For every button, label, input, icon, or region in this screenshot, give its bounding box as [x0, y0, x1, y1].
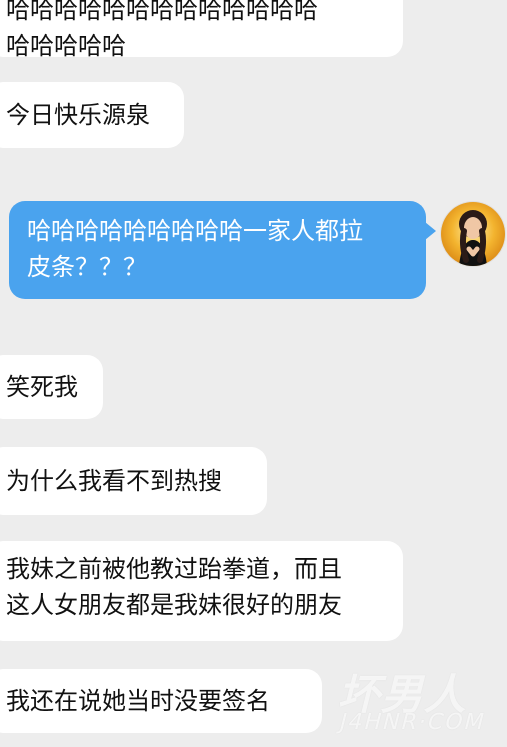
- message-bubble-incoming[interactable]: 今日快乐源泉: [0, 82, 184, 148]
- user-avatar-icon: [441, 202, 505, 266]
- message-bubble-incoming[interactable]: 哈哈哈哈哈哈哈哈哈哈哈哈哈 哈哈哈哈哈: [0, 0, 403, 60]
- message-bubble-incoming[interactable]: 我妹之前被他教过跆拳道，而且 这人女朋友都是我妹很好的朋友: [0, 541, 403, 641]
- message-bubble-incoming[interactable]: 我还在说她当时没要签名: [0, 669, 322, 733]
- chat-thread: 哈哈哈哈哈哈哈哈哈哈哈哈哈 哈哈哈哈哈 今日快乐源泉 哈哈哈哈哈哈哈哈哈一家人都…: [0, 0, 507, 747]
- message-bubble-incoming[interactable]: 笑死我: [0, 355, 103, 419]
- message-bubble-outgoing[interactable]: 哈哈哈哈哈哈哈哈哈一家人都拉 皮条？？？: [9, 201, 426, 299]
- message-bubble-incoming[interactable]: 为什么我看不到热搜: [0, 447, 267, 515]
- outgoing-bubble-tail: [425, 222, 436, 240]
- user-avatar[interactable]: [441, 202, 505, 266]
